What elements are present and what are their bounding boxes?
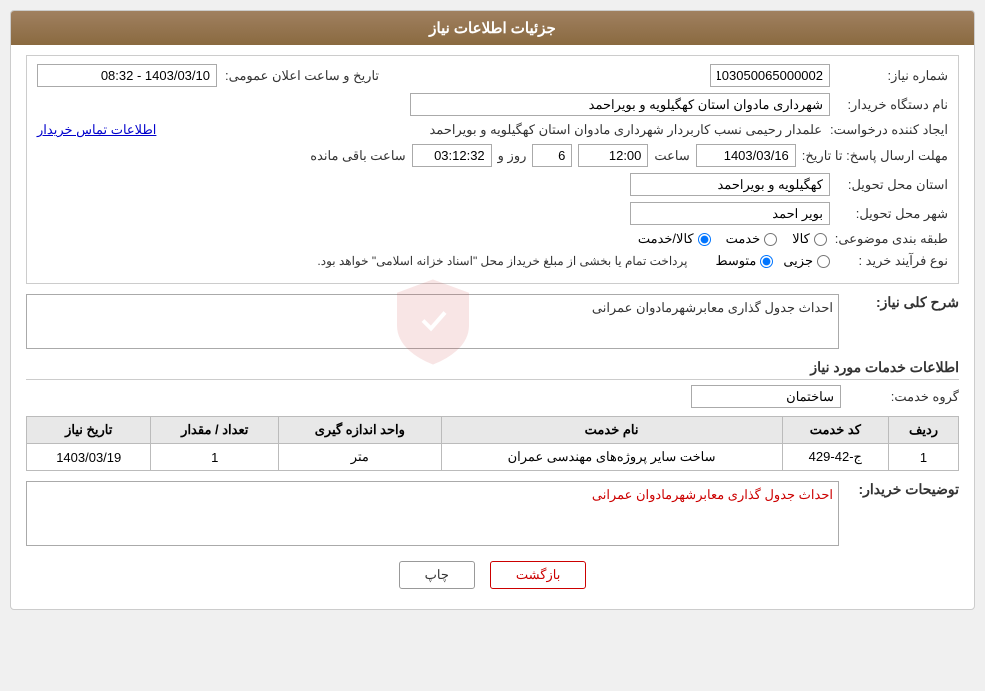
category-goods-label: کالا [792,231,810,247]
buyer-desc-label: توضیحات خریدار: [849,481,959,498]
services-section-title: اطلاعات خدمات مورد نیاز [26,359,959,380]
delivery-province-label: استان محل تحویل: [838,177,948,193]
back-button[interactable]: بازگشت [490,561,586,589]
delivery-province-input [630,173,830,196]
service-group-input [691,385,841,408]
page-container: جزئیات اطلاعات نیاز شماره نیاز: تاریخ و … [0,0,985,691]
purchase-type-options: جزیی متوسط [715,253,830,269]
top-info-section: شماره نیاز: تاریخ و ساعت اعلان عمومی: نا… [26,55,959,284]
buyer-desc-value: احداث جدول گذاری معابرشهرمادوان عمرانی [592,487,833,502]
cell-name-1: ساخت سایر پروژه‌های مهندسی عمران [441,444,782,471]
row-delivery-city: شهر محل تحویل: [37,202,948,225]
purchase-note: پرداخت تمام یا بخشی از مبلغ خریداز محل "… [317,254,687,268]
table-row: 1 ج-42-429 ساخت سایر پروژه‌های مهندسی عم… [27,444,959,471]
deadline-time-input [578,144,648,167]
row-service-group: گروه خدمت: [26,385,959,408]
contact-link[interactable]: اطلاعات تماس خریدار [37,122,156,138]
purchase-partial-label: جزیی [783,253,813,269]
purchase-medium-radio[interactable] [760,255,773,268]
remaining-label: ساعت باقی مانده [310,148,405,164]
services-table-body: 1 ج-42-429 ساخت سایر پروژه‌های مهندسی عم… [27,444,959,471]
purchase-partial-radio[interactable] [817,255,830,268]
watermark-shield-icon [393,275,473,365]
deadline-date-input [696,144,796,167]
buyer-desc-box: احداث جدول گذاری معابرشهرمادوان عمرانی [26,481,839,546]
creator-value: علمدار رحیمی نسب کاربردار شهرداری مادوان… [429,122,822,138]
cell-row-1: 1 [889,444,959,471]
category-service-item[interactable]: خدمت [726,231,778,247]
announce-date-input [37,64,217,87]
row-reply-deadline: مهلت ارسال پاسخ: تا تاریخ: ساعت روز و سا… [37,144,948,167]
page-title: جزئیات اطلاعات نیاز [429,20,556,37]
row-purchase-type: نوع فرآیند خرید : جزیی متوسط پرداخت تمام… [37,253,948,269]
card-body: شماره نیاز: تاریخ و ساعت اعلان عمومی: نا… [11,45,974,609]
purchase-medium-item[interactable]: متوسط [715,253,773,269]
cell-code-1: ج-42-429 [782,444,888,471]
category-service-radio[interactable] [764,233,777,246]
services-table-head: ردیف کد خدمت نام خدمت واحد اندازه گیری ت… [27,417,959,444]
col-header-code: کد خدمت [782,417,888,444]
col-header-unit: واحد اندازه گیری [279,417,441,444]
need-desc-row: شرح کلی نیاز: احداث جدول گذاری معابرشهرم… [26,294,959,349]
category-radio-group: کالا خدمت کالا/خدمت [638,231,827,247]
category-goods-service-item[interactable]: کالا/خدمت [638,231,711,247]
purchase-medium-label: متوسط [715,253,756,269]
need-desc-box: احداث جدول گذاری معابرشهرمادوان عمرانی [26,294,839,349]
row-delivery-province: استان محل تحویل: [37,173,948,196]
services-table: ردیف کد خدمت نام خدمت واحد اندازه گیری ت… [26,416,959,471]
col-header-date: تاریخ نیاز [27,417,151,444]
main-card: جزئیات اطلاعات نیاز شماره نیاز: تاریخ و … [10,10,975,610]
category-goods-radio[interactable] [814,233,827,246]
row-buyer-org: نام دستگاه خریدار: [37,93,948,116]
days-label: روز و [498,148,527,164]
print-button[interactable]: چاپ [399,561,475,589]
delivery-city-label: شهر محل تحویل: [838,206,948,222]
buyer-desc-row: توضیحات خریدار: احداث جدول گذاری معابرشه… [26,481,959,546]
deadline-days-input [532,144,572,167]
buyer-org-input [410,93,830,116]
cell-unit-1: متر [279,444,441,471]
need-number-label: شماره نیاز: [838,68,948,84]
row-category: طبقه بندی موضوعی: کالا خدمت کالا/خدمت [37,231,948,247]
row-creator: ایجاد کننده درخواست: علمدار رحیمی نسب کا… [37,122,948,138]
category-service-label: خدمت [726,231,761,247]
service-group-label: گروه خدمت: [849,389,959,405]
col-header-name: نام خدمت [441,417,782,444]
time-label: ساعت [654,148,689,164]
col-header-row: ردیف [889,417,959,444]
need-desc-label: شرح کلی نیاز: [849,294,959,311]
card-header: جزئیات اطلاعات نیاز [11,11,974,45]
category-goods-item[interactable]: کالا [792,231,827,247]
announce-date-label: تاریخ و ساعت اعلان عمومی: [225,68,379,84]
category-goods-service-label: کالا/خدمت [638,231,694,247]
services-table-header-row: ردیف کد خدمت نام خدمت واحد اندازه گیری ت… [27,417,959,444]
need-desc-value: احداث جدول گذاری معابرشهرمادوان عمرانی [592,300,833,315]
purchase-type-label: نوع فرآیند خرید : [838,253,948,269]
time-remaining-input [412,144,492,167]
reply-deadline-label: مهلت ارسال پاسخ: تا تاریخ: [802,148,948,164]
creator-label: ایجاد کننده درخواست: [830,122,948,138]
purchase-partial-item[interactable]: جزیی [783,253,830,269]
delivery-city-input [630,202,830,225]
need-number-input [710,64,830,87]
cell-date-1: 1403/03/19 [27,444,151,471]
cell-quantity-1: 1 [151,444,279,471]
buyer-org-label: نام دستگاه خریدار: [838,97,948,113]
row-need-number: شماره نیاز: تاریخ و ساعت اعلان عمومی: [37,64,948,87]
category-goods-service-radio[interactable] [698,233,711,246]
col-header-quantity: تعداد / مقدار [151,417,279,444]
category-label: طبقه بندی موضوعی: [835,231,948,247]
buttons-row: بازگشت چاپ [26,561,959,589]
